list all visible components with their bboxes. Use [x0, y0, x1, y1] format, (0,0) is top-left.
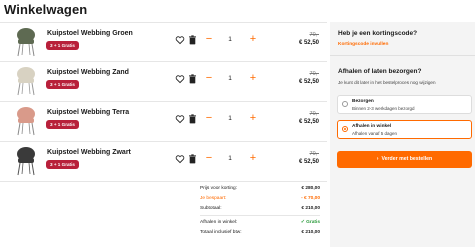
summary-label: Subtotaal:	[200, 206, 222, 211]
summary-value: € 280,00	[301, 186, 320, 191]
new-price: € 52,50	[298, 40, 319, 46]
delivery-title: Afhalen of laten bezorgen?	[338, 68, 422, 75]
summary-label: Prijs voor korting:	[200, 186, 238, 191]
product-name[interactable]: Kuipstoel Webbing Terra	[47, 109, 129, 116]
quantity-decrease-button[interactable]: −	[203, 34, 215, 46]
promo-badge: 3 + 1 Gratis	[46, 120, 79, 129]
old-price: 70,-	[309, 111, 319, 117]
quantity-value[interactable]: 1	[224, 115, 236, 122]
product-name[interactable]: Kuipstoel Webbing Zwart	[47, 149, 131, 156]
chair-image	[17, 28, 35, 57]
old-price: 70,-	[309, 32, 319, 38]
quantity-decrease-button[interactable]: −	[203, 73, 215, 85]
summary-value: ✓ Gratis	[300, 220, 320, 225]
cta-label: Verder met bestellen	[381, 156, 433, 162]
promo-badge: 3 + 1 Gratis	[46, 41, 79, 50]
heart-icon[interactable]	[175, 74, 185, 84]
promo-badge: 3 + 1 Gratis	[46, 80, 79, 89]
summary-subtotal: Subtotaal: € 210,00	[200, 204, 320, 214]
summary-label: Je bespaart:	[200, 196, 227, 201]
cart-item: Kuipstoel Webbing Groen 3 + 1 Gratis − 1…	[0, 22, 327, 62]
summary-divider	[200, 215, 320, 216]
order-summary: Prijs voor korting: € 280,00 Je bespaart…	[200, 184, 320, 238]
checkout-sidebar: Heb je een kortingscode? Kortingscode in…	[330, 22, 475, 247]
radio-icon[interactable]	[342, 126, 348, 132]
product-name[interactable]: Kuipstoel Webbing Groen	[47, 30, 133, 37]
summary-savings: Je bespaart: - € 70,00	[200, 194, 320, 204]
quantity-decrease-button[interactable]: −	[203, 153, 215, 165]
continue-order-button[interactable]: › Verder met bestellen	[337, 151, 472, 168]
chevron-right-icon: ›	[376, 156, 379, 162]
old-price: 70,-	[309, 71, 319, 77]
promo-badge: 3 + 1 Gratis	[46, 160, 79, 169]
page-title: Winkelwagen	[4, 2, 88, 17]
summary-label: Totaal inclusief btw:	[200, 230, 242, 235]
quantity-increase-button[interactable]: +	[247, 34, 259, 46]
quantity-increase-button[interactable]: +	[247, 153, 259, 165]
heart-icon[interactable]	[175, 35, 185, 45]
sidebar-divider	[330, 55, 475, 56]
option-subtitle: Afhalen vanaf 5 dagen	[352, 131, 398, 136]
quantity-increase-button[interactable]: +	[247, 113, 259, 125]
option-subtitle: Binnen 2-3 werkdagen bezorgd	[352, 106, 415, 111]
promo-code-link[interactable]: Kortingscode invullen	[338, 42, 388, 47]
promo-title: Heb je een kortingscode?	[338, 30, 418, 37]
new-price: € 52,50	[298, 79, 319, 85]
option-title: Bezorgen	[352, 99, 374, 104]
quantity-value[interactable]: 1	[224, 75, 236, 82]
chair-image	[17, 147, 35, 176]
new-price: € 52,50	[298, 119, 319, 125]
trash-icon[interactable]	[188, 74, 197, 84]
trash-icon[interactable]	[188, 35, 197, 45]
cart-item: Kuipstoel Webbing Zwart 3 + 1 Gratis − 1…	[0, 142, 327, 182]
radio-icon[interactable]	[342, 101, 348, 107]
delivery-subtitle: Je kunt dit later in het bestelproces no…	[338, 80, 436, 85]
chair-image	[17, 67, 35, 96]
quantity-increase-button[interactable]: +	[247, 73, 259, 85]
delivery-option-afhalen[interactable]: Afhalen in winkel Afhalen vanaf 5 dagen	[337, 120, 472, 139]
summary-label: Afhalen in winkel:	[200, 220, 238, 225]
old-price: 70,-	[309, 151, 319, 157]
quantity-value[interactable]: 1	[224, 36, 236, 43]
heart-icon[interactable]	[175, 154, 185, 164]
delivery-option-bezorgen[interactable]: Bezorgen Binnen 2-3 werkdagen bezorgd	[337, 95, 472, 114]
trash-icon[interactable]	[188, 114, 197, 124]
quantity-value[interactable]: 1	[224, 155, 236, 162]
cart-item: Kuipstoel Webbing Zand 3 + 1 Gratis − 1 …	[0, 62, 327, 102]
summary-value: € 210,00	[301, 206, 320, 211]
trash-icon[interactable]	[188, 154, 197, 164]
summary-value: - € 70,00	[301, 196, 320, 201]
product-name[interactable]: Kuipstoel Webbing Zand	[47, 69, 129, 76]
summary-value: € 210,00	[301, 230, 320, 235]
quantity-decrease-button[interactable]: −	[203, 113, 215, 125]
cart-list: Kuipstoel Webbing Groen 3 + 1 Gratis − 1…	[0, 22, 327, 182]
summary-total: Totaal inclusief btw: € 210,00	[200, 228, 320, 238]
cart-item: Kuipstoel Webbing Terra 3 + 1 Gratis − 1…	[0, 102, 327, 142]
chair-image	[17, 107, 35, 136]
heart-icon[interactable]	[175, 114, 185, 124]
summary-pickup: Afhalen in winkel: ✓ Gratis	[200, 218, 320, 228]
summary-before-discount: Prijs voor korting: € 280,00	[200, 184, 320, 194]
option-title: Afhalen in winkel	[352, 124, 392, 129]
new-price: € 52,50	[298, 159, 319, 165]
